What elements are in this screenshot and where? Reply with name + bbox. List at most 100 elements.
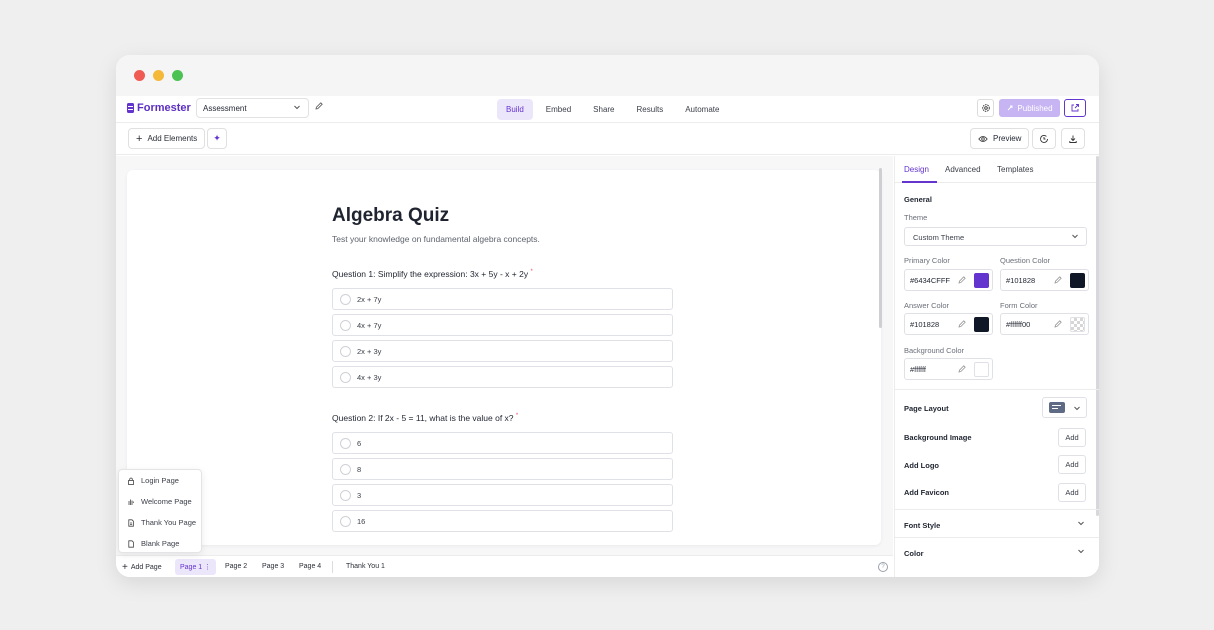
tab-templates[interactable]: Templates <box>997 165 1033 174</box>
external-link-icon <box>1071 104 1079 112</box>
font-style-section[interactable]: Font Style <box>904 521 940 530</box>
window-titlebar <box>116 55 1099 96</box>
radio-icon <box>340 463 351 475</box>
close-window-button[interactable] <box>134 70 145 81</box>
question-color-input[interactable]: #101828 <box>1000 269 1089 291</box>
question-2-option[interactable]: 16 <box>332 510 673 532</box>
download-icon <box>1069 135 1077 143</box>
tab-automate[interactable]: Automate <box>676 99 728 120</box>
published-button[interactable]: Published <box>999 99 1060 117</box>
preview-button[interactable]: Preview <box>970 128 1030 149</box>
primary-color-input[interactable]: #6434CFFF <box>904 269 993 291</box>
required-mark: * <box>515 413 519 419</box>
panel-scrollbar[interactable] <box>1096 156 1099 516</box>
page-layout-picker[interactable] <box>1042 397 1087 418</box>
background-color-input[interactable]: #ffffff <box>904 358 993 380</box>
canvas-scrollbar[interactable] <box>879 168 882 328</box>
pencil-icon[interactable] <box>957 275 967 285</box>
menu-item-login-page[interactable]: Login Page <box>119 470 201 491</box>
color-section[interactable]: Color <box>904 549 924 558</box>
open-form-button[interactable] <box>1064 99 1086 117</box>
minimize-window-button[interactable] <box>153 70 164 81</box>
form-selector[interactable]: Assessment <box>196 98 309 118</box>
layout-thumbnail-icon <box>1049 402 1065 413</box>
add-logo-label: Add Logo <box>904 461 939 470</box>
add-page-button[interactable]: + Add Page <box>122 562 162 573</box>
pencil-icon[interactable] <box>1053 275 1063 285</box>
question-1-option[interactable]: 2x + 7y <box>332 288 673 310</box>
form-color-label: Form Color <box>1000 301 1038 310</box>
tab-design[interactable]: Design <box>902 165 937 183</box>
page-tab-2[interactable]: Page 2 <box>220 559 252 575</box>
radio-icon <box>340 371 351 383</box>
page-tab-4[interactable]: Page 4 <box>294 559 326 575</box>
add-elements-button[interactable]: + Add Elements <box>128 128 206 149</box>
brand-name: Formester <box>137 102 191 114</box>
page-tab-thank-you[interactable]: Thank You 1 <box>341 559 390 575</box>
tab-advanced[interactable]: Advanced <box>945 165 981 174</box>
wave-hand-icon <box>128 499 134 505</box>
answer-color-swatch[interactable] <box>974 317 989 332</box>
question-2-label[interactable]: Question 2: If 2x - 5 = 11, what is the … <box>332 413 518 423</box>
answer-color-label: Answer Color <box>904 301 950 310</box>
chevron-down-icon <box>1074 406 1080 411</box>
ai-generate-button[interactable]: ✦ <box>207 128 227 149</box>
chevron-down-icon[interactable] <box>1076 546 1086 556</box>
add-logo-button[interactable]: Add <box>1058 455 1086 474</box>
background-color-swatch[interactable] <box>974 362 989 377</box>
edit-pencil-icon[interactable] <box>314 101 324 111</box>
add-favicon-button[interactable]: Add <box>1058 483 1086 502</box>
pencil-icon[interactable] <box>957 364 967 374</box>
menu-item-thank-you-page[interactable]: Thank You Page <box>119 512 201 533</box>
divider <box>895 537 1099 538</box>
primary-color-swatch[interactable] <box>974 273 989 288</box>
answer-color-input[interactable]: #101828 <box>904 313 993 335</box>
question-color-swatch[interactable] <box>1070 273 1085 288</box>
chevron-down-icon[interactable] <box>1076 518 1086 528</box>
form-selector-value: Assessment <box>203 104 247 113</box>
general-section-title: General <box>904 195 932 204</box>
maximize-window-button[interactable] <box>172 70 183 81</box>
help-icon[interactable]: ? <box>878 562 888 572</box>
menu-item-welcome-page[interactable]: Welcome Page <box>119 491 201 512</box>
question-1-option[interactable]: 2x + 3y <box>332 340 673 362</box>
radio-icon <box>340 345 351 357</box>
download-button[interactable] <box>1061 128 1085 149</box>
history-button[interactable] <box>1032 128 1056 149</box>
blank-page-icon <box>128 539 134 548</box>
page-tab-3[interactable]: Page 3 <box>257 559 289 575</box>
theme-select[interactable]: Custom Theme <box>904 227 1087 246</box>
form-description[interactable]: Test your knowledge on fundamental algeb… <box>332 234 540 244</box>
settings-button[interactable] <box>977 99 994 117</box>
app-header: Formester Assessment Build Embed Share R… <box>116 96 1099 123</box>
question-2-option[interactable]: 3 <box>332 484 673 506</box>
preview-label: Preview <box>993 134 1022 143</box>
history-icon <box>1040 134 1048 143</box>
document-icon <box>128 518 134 527</box>
pencil-icon[interactable] <box>1053 319 1063 329</box>
tab-build[interactable]: Build <box>497 99 533 120</box>
tab-results[interactable]: Results <box>628 99 673 120</box>
add-favicon-label: Add Favicon <box>904 488 950 497</box>
form-color-input[interactable]: #ffffff00 <box>1000 313 1089 335</box>
brand[interactable]: Formester <box>127 102 191 114</box>
tab-embed[interactable]: Embed <box>537 99 580 120</box>
background-color-label: Background Color <box>904 346 965 355</box>
pencil-icon[interactable] <box>957 319 967 329</box>
question-2-option[interactable]: 8 <box>332 458 673 480</box>
page-tab-1[interactable]: Page 1 ⋮ <box>175 559 217 575</box>
tab-share[interactable]: Share <box>584 99 623 120</box>
radio-icon <box>340 319 351 331</box>
question-1-option[interactable]: 4x + 3y <box>332 366 673 388</box>
question-1-option[interactable]: 4x + 7y <box>332 314 673 336</box>
form-color-swatch[interactable] <box>1070 317 1085 332</box>
question-2-option[interactable]: 6 <box>332 432 673 454</box>
page-layout-label: Page Layout <box>904 404 949 413</box>
formester-logo-icon <box>127 103 134 113</box>
menu-item-blank-page[interactable]: Blank Page <box>119 533 201 554</box>
form-title[interactable]: Algebra Quiz <box>332 205 449 227</box>
question-1-label[interactable]: Question 1: Simplify the expression: 3x … <box>332 269 533 279</box>
more-vertical-icon[interactable]: ⋮ <box>204 564 211 571</box>
add-background-image-button[interactable]: Add <box>1058 428 1086 447</box>
panel-tabs: Design Advanced Templates <box>895 156 1099 183</box>
